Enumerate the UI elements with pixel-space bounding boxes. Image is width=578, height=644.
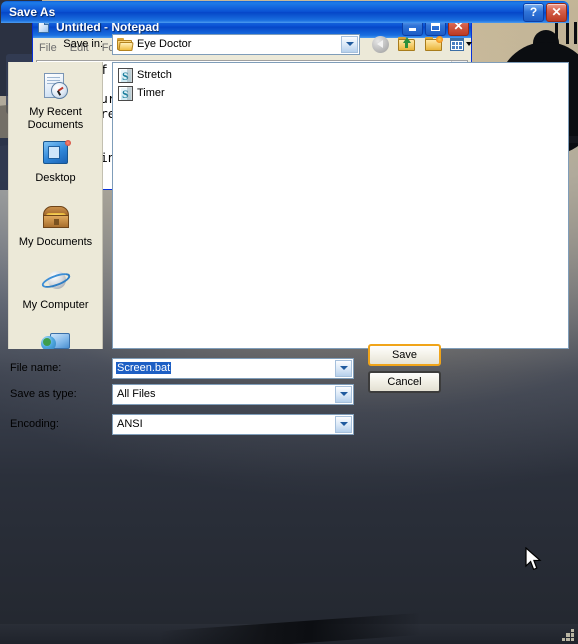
sidebar-item-my-documents[interactable]: My Documents bbox=[9, 198, 102, 252]
file-name-row: File name: Screen.bat Save Cancel bbox=[8, 343, 570, 393]
list-item[interactable]: S Timer bbox=[116, 84, 568, 102]
save-as-toolbar bbox=[369, 34, 472, 55]
file-name-input[interactable]: Screen.bat bbox=[112, 357, 354, 379]
sidebar-item-label: My Documents bbox=[18, 235, 93, 248]
save-as-type-label: Save as type: bbox=[10, 388, 77, 400]
views-button[interactable] bbox=[450, 34, 472, 55]
desktop-icon bbox=[39, 138, 73, 170]
save-as-dialog[interactable]: Save As ? ✕ Save in: Eye Doctor My Recen… bbox=[0, 0, 574, 641]
chevron-down-icon[interactable] bbox=[466, 42, 472, 46]
save-button[interactable]: Save bbox=[368, 343, 441, 366]
file-name-value[interactable]: Screen.bat bbox=[116, 362, 172, 374]
dialog-buttons: Save Cancel bbox=[368, 343, 441, 393]
save-in-label: Save in: bbox=[63, 38, 103, 50]
browser-area: My Recent Documents Desktop My Documents bbox=[8, 62, 570, 349]
recent-documents-icon bbox=[39, 72, 73, 104]
save-in-value-container: Eye Doctor bbox=[113, 37, 192, 51]
list-item[interactable]: S Stretch bbox=[116, 66, 568, 84]
close-icon[interactable]: ✕ bbox=[546, 2, 567, 22]
resize-grip[interactable] bbox=[562, 629, 574, 641]
sidebar-item-label: My Computer bbox=[22, 299, 89, 311]
encoding-label: Encoding: bbox=[10, 418, 59, 430]
file-name-label: Stretch bbox=[137, 69, 172, 81]
cancel-button[interactable]: Cancel bbox=[368, 370, 441, 393]
new-folder-button[interactable] bbox=[423, 34, 445, 55]
up-folder-icon bbox=[398, 36, 416, 52]
save-in-combobox[interactable]: Eye Doctor bbox=[112, 33, 360, 55]
my-computer-icon bbox=[39, 265, 73, 297]
encoding-combobox[interactable]: ANSI bbox=[112, 413, 354, 435]
encoding-row: Encoding: ANSI bbox=[8, 413, 570, 435]
open-folder-icon bbox=[117, 37, 134, 51]
file-name-label: Timer bbox=[137, 87, 165, 99]
sidebar-item-my-computer[interactable]: My Computer bbox=[9, 261, 102, 315]
save-as-form: File name: Screen.bat Save Cancel Save a… bbox=[8, 343, 570, 435]
encoding-value: ANSI bbox=[117, 418, 143, 430]
sidebar-item-my-recent-documents[interactable]: My Recent Documents bbox=[9, 68, 102, 134]
save-as-content: Save in: Eye Doctor My Recent Documents … bbox=[0, 22, 578, 644]
views-icon bbox=[450, 37, 464, 51]
up-one-level-button[interactable] bbox=[396, 34, 418, 55]
sidebar-item-label: My Recent Documents bbox=[27, 106, 84, 131]
sidebar-item-desktop[interactable]: Desktop bbox=[9, 134, 102, 188]
save-in-value: Eye Doctor bbox=[137, 38, 192, 50]
vbscript-file-icon: S bbox=[118, 85, 133, 101]
back-button[interactable] bbox=[369, 34, 391, 55]
mouse-cursor bbox=[525, 547, 542, 571]
chevron-down-icon[interactable] bbox=[341, 35, 358, 53]
chevron-down-icon[interactable] bbox=[335, 359, 352, 377]
file-list[interactable]: S Stretch S Timer bbox=[112, 62, 569, 349]
help-icon[interactable]: ? bbox=[523, 2, 544, 22]
save-as-type-combobox[interactable]: All Files bbox=[112, 383, 354, 405]
places-bar: My Recent Documents Desktop My Documents bbox=[8, 62, 103, 349]
chevron-down-icon[interactable] bbox=[335, 415, 352, 433]
file-name-label: File name: bbox=[10, 362, 62, 374]
my-network-icon bbox=[39, 329, 73, 349]
sidebar-item-my-network[interactable]: My Network bbox=[9, 325, 102, 349]
sidebar-item-label: Desktop bbox=[35, 172, 76, 184]
new-folder-icon bbox=[425, 35, 443, 52]
save-as-titlebar[interactable]: Save As ? ✕ bbox=[1, 1, 569, 23]
save-as-type-row: Save as type: All Files bbox=[8, 383, 570, 405]
save-as-title: Save As bbox=[9, 5, 56, 19]
save-in-row: Save in: Eye Doctor bbox=[8, 32, 570, 56]
my-documents-icon bbox=[39, 202, 73, 234]
vbscript-file-icon: S bbox=[118, 67, 133, 83]
save-as-window-controls: ? ✕ bbox=[523, 2, 567, 22]
save-as-type-value: All Files bbox=[117, 388, 156, 400]
chevron-down-icon[interactable] bbox=[335, 385, 352, 403]
back-arrow-icon bbox=[371, 35, 389, 53]
